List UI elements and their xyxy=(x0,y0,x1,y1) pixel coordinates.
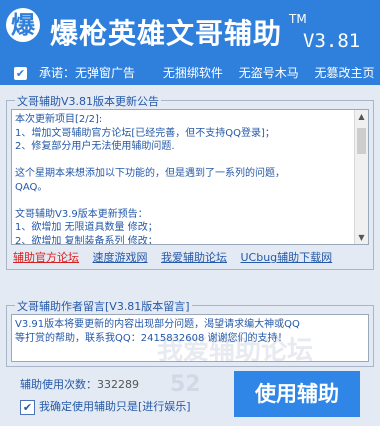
confirm-checkbox[interactable]: ✔ xyxy=(20,399,35,415)
link-ucbug-download[interactable]: UCbug辅助下载网 xyxy=(241,251,333,264)
scroll-up-icon[interactable]: ▲ xyxy=(355,110,368,123)
message-group: 文哥辅助作者留言[V3.81版本留言] V3.91版本将要更新的内容出现部分问题… xyxy=(6,298,374,367)
notice-scrollbar[interactable]: ▲ ▼ xyxy=(354,110,368,244)
pledge-item: ✔ 承诺：无弹窗广告 xyxy=(14,66,136,80)
pledge-bar: ✔ 承诺：无弹窗广告 无捆绑软件 无盗号木马 无篡改主页 xyxy=(14,64,380,81)
notice-text: 本次更新项目[2/2]: 1、增加文哥辅助官方论坛[已经完善，但不支持QQ登录]… xyxy=(15,114,285,245)
message-text: V3.91版本将要更新的内容出现部分问题，渴望请求编大神或QQ 等打赏的帮助，联… xyxy=(15,319,300,344)
notice-textbox[interactable]: 本次更新项目[2/2]: 1、增加文哥辅助官方论坛[已经完善，但不支持QQ登录]… xyxy=(11,109,369,245)
notice-group-title: 文哥辅助V3.81版本更新公告 xyxy=(15,93,162,109)
scroll-down-icon[interactable]: ▼ xyxy=(355,231,368,244)
check-icon: ✔ xyxy=(14,67,27,80)
link-speed-game[interactable]: 速度游戏网 xyxy=(93,251,148,264)
pledge-item: 无盗号木马 xyxy=(238,66,299,80)
usage-count-value: 332289 xyxy=(97,378,139,391)
link-row: 辅助官方论坛 速度游戏网 我爱辅助论坛 UCbug辅助下载网 xyxy=(13,249,342,265)
link-official-forum[interactable]: 辅助官方论坛 xyxy=(13,251,79,264)
confirm-label: 我确定使用辅助只是[进行娱乐] xyxy=(39,400,191,413)
message-group-title: 文哥辅助作者留言[V3.81版本留言] xyxy=(15,298,192,314)
app-title: 爆枪英雄文哥辅助 xyxy=(50,17,283,50)
message-textbox[interactable]: V3.91版本将要更新的内容出现部分问题，渴望请求编大神或QQ 等打赏的帮助，联… xyxy=(11,314,369,362)
scroll-thumb[interactable] xyxy=(357,128,366,154)
usage-count: 辅助使用次数：332289 xyxy=(20,376,139,392)
app-version: V3.81 xyxy=(303,30,361,52)
app-logo-icon: 爆 xyxy=(6,8,40,42)
usage-count-label: 辅助使用次数： xyxy=(20,378,97,391)
link-love-assist-forum[interactable]: 我爱辅助论坛 xyxy=(161,251,227,264)
pledge-item: 无捆绑软件 xyxy=(162,66,223,80)
header-banner: 爆 爆枪英雄文哥辅助 TM V3.81 ✔ 承诺：无弹窗广告 无捆绑软件 无盗号木… xyxy=(0,0,380,85)
use-assist-button[interactable]: 使用辅助 xyxy=(234,371,360,417)
confirm-entertainment[interactable]: ✔ 我确定使用辅助只是[进行娱乐] xyxy=(20,398,191,415)
notice-group: 文哥辅助V3.81版本更新公告 本次更新项目[2/2]: 1、增加文哥辅助官方论… xyxy=(6,93,374,270)
pledge-item: 无篡改主页 xyxy=(314,66,375,80)
watermark-text-2: 52 xyxy=(170,372,201,397)
trademark: TM xyxy=(289,12,307,26)
